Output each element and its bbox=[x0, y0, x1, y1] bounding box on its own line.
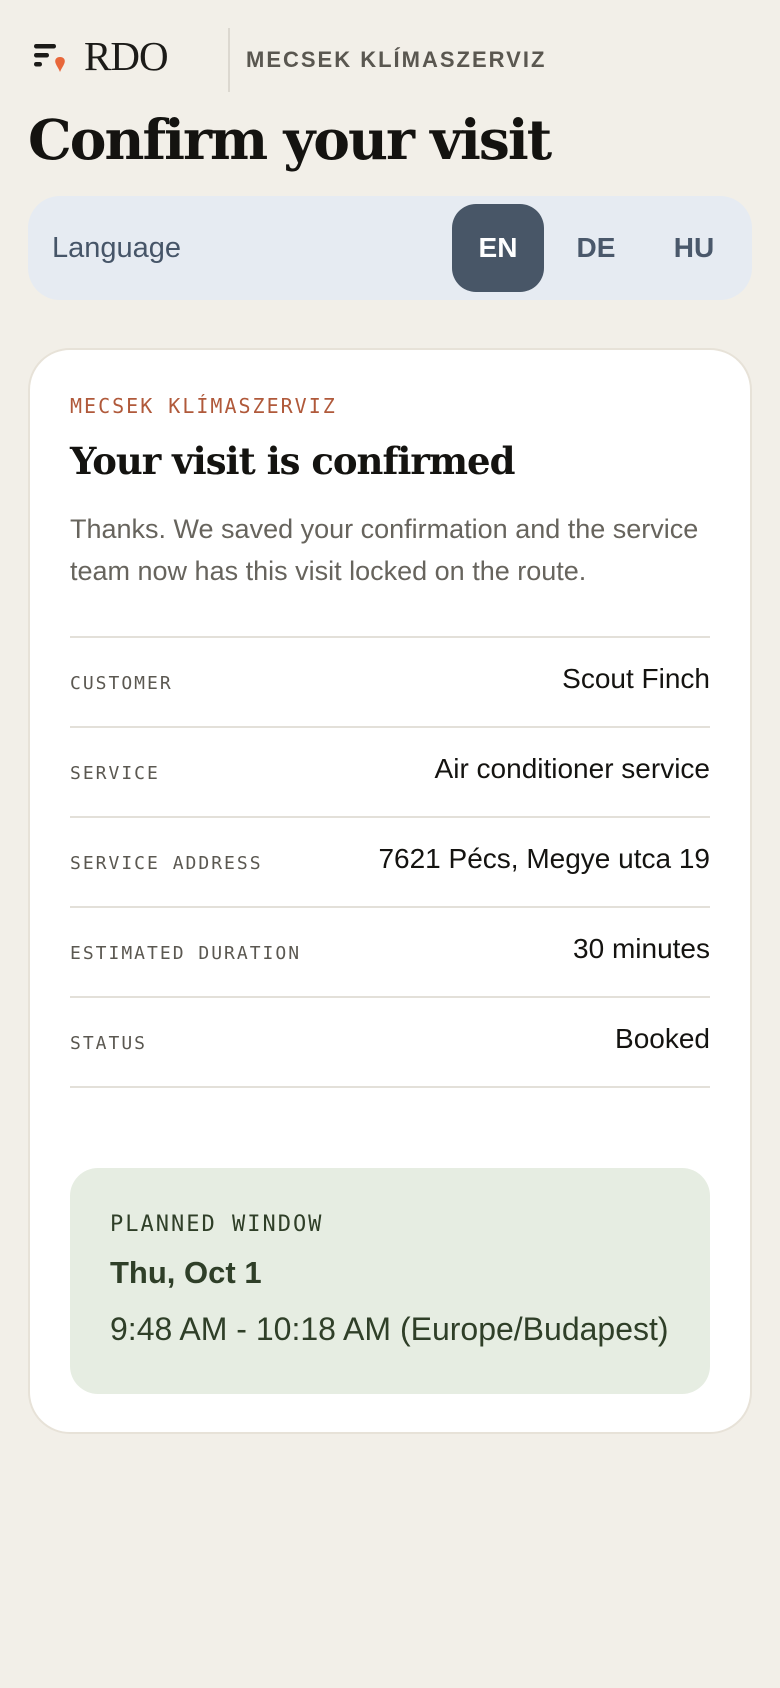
page-title: Confirm your visit bbox=[28, 107, 552, 172]
planned-window-time: 9:48 AM - 10:18 AM (Europe/Budapest) bbox=[110, 1311, 669, 1347]
language-option-en[interactable]: EN bbox=[452, 204, 544, 292]
planned-window-box: PLANNED WINDOW Thu, Oct 1 9:48 AM - 10:1… bbox=[70, 1168, 710, 1394]
language-switcher: Language EN DE HU bbox=[28, 196, 752, 300]
language-label: Language bbox=[52, 232, 182, 264]
brand-name: RDO bbox=[84, 33, 169, 79]
planned-window-label: PLANNED WINDOW bbox=[110, 1212, 324, 1237]
detail-row-service-address: SERVICE ADDRESS 7621 Pécs, Megye utca 19 bbox=[70, 818, 710, 908]
visit-details: CUSTOMER Scout Finch SERVICE Air conditi… bbox=[70, 636, 710, 1088]
detail-value: 7621 Pécs, Megye utca 19 bbox=[378, 843, 710, 874]
confirmation-message: Thanks. We saved your confirmation and t… bbox=[70, 514, 699, 586]
detail-label: SERVICE ADDRESS bbox=[70, 852, 263, 874]
detail-value: Scout Finch bbox=[562, 663, 710, 694]
detail-label: SERVICE bbox=[70, 762, 160, 784]
confirmation-card: MECSEK KLÍMASZERVIZ Your visit is confir… bbox=[28, 348, 752, 1434]
status-value: Booked bbox=[615, 1023, 710, 1054]
header-divider bbox=[228, 28, 230, 92]
app-header: RDO MECSEK KLÍMASZERVIZ bbox=[0, 0, 780, 120]
language-option-de[interactable]: DE bbox=[550, 204, 642, 292]
card-company-name: MECSEK KLÍMASZERVIZ bbox=[70, 394, 337, 418]
detail-value: 30 minutes bbox=[573, 933, 710, 964]
detail-label: STATUS bbox=[70, 1032, 148, 1054]
detail-row-service: SERVICE Air conditioner service bbox=[70, 728, 710, 818]
detail-row-customer: CUSTOMER Scout Finch bbox=[70, 638, 710, 728]
detail-row-status: STATUS Booked bbox=[70, 998, 710, 1088]
card-title: Your visit is confirmed bbox=[70, 439, 515, 483]
detail-value: Air conditioner service bbox=[434, 753, 710, 784]
detail-row-estimated-duration: ESTIMATED DURATION 30 minutes bbox=[70, 908, 710, 998]
detail-label: CUSTOMER bbox=[70, 672, 173, 694]
company-name: MECSEK KLÍMASZERVIZ bbox=[246, 47, 547, 72]
rdo-logo-icon bbox=[34, 38, 70, 74]
planned-window-date: Thu, Oct 1 bbox=[110, 1255, 262, 1290]
detail-label: ESTIMATED DURATION bbox=[70, 942, 302, 964]
language-option-hu[interactable]: HU bbox=[648, 204, 740, 292]
